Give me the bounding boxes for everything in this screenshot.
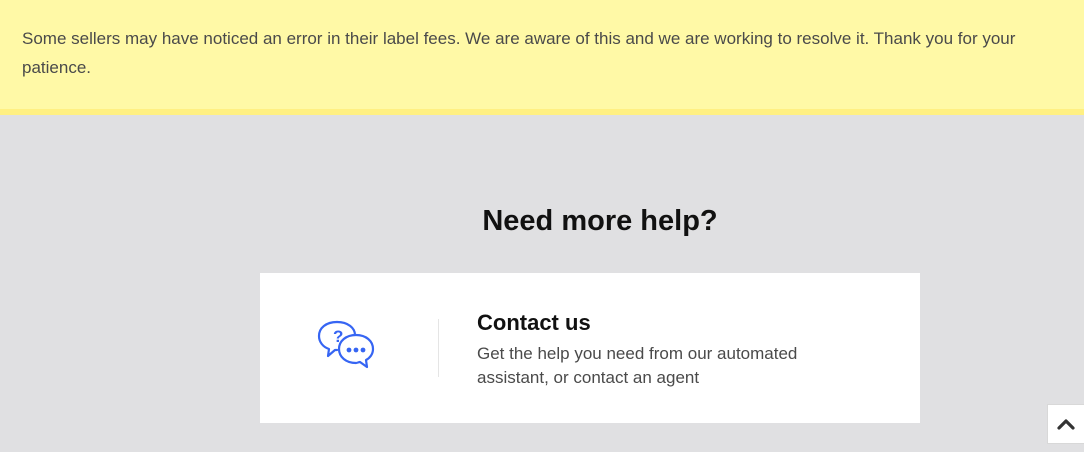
notice-banner: Some sellers may have noticed an error i… xyxy=(0,0,1084,115)
notice-message: Some sellers may have noticed an error i… xyxy=(22,29,1016,77)
contact-us-card[interactable]: ? Contact us Get the help you need from … xyxy=(260,273,920,423)
contact-us-description: Get the help you need from our automated… xyxy=(477,344,798,387)
help-heading: Need more help? xyxy=(482,205,718,237)
back-to-top-button[interactable] xyxy=(1047,404,1084,444)
chat-bubbles-question-icon: ? xyxy=(316,318,380,380)
card-divider xyxy=(438,319,439,377)
contact-us-title[interactable]: Contact us xyxy=(477,310,591,336)
